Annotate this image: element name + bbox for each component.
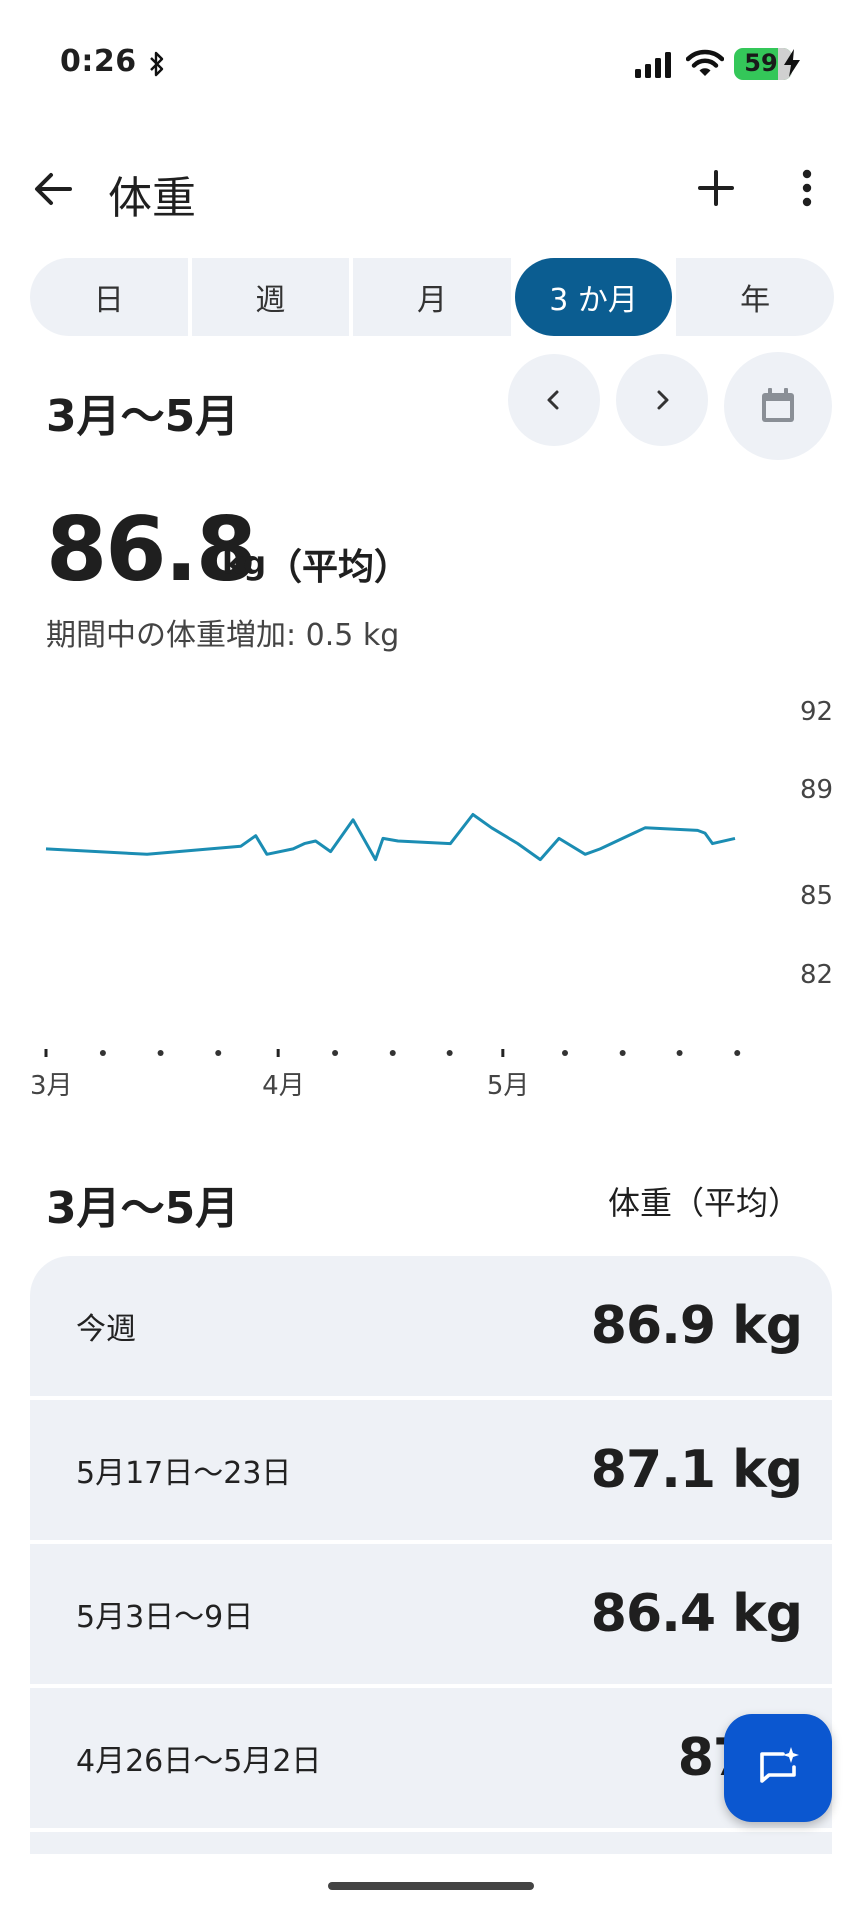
average-label: （平均） xyxy=(266,547,411,588)
x-minor-tick xyxy=(734,1050,741,1056)
x-minor-tick xyxy=(619,1050,626,1056)
x-minor-tick xyxy=(157,1050,164,1056)
wifi-icon xyxy=(686,49,724,76)
x-minor-tick xyxy=(389,1050,396,1056)
list-item-label: 5月3日〜9日 xyxy=(76,1600,254,1635)
x-minor-tick xyxy=(332,1050,339,1056)
weight-chart: 82 85 89 92 3月 4月 5月 xyxy=(30,697,833,1101)
x-tick-label: 3月 xyxy=(30,1071,73,1101)
tab-period-3[interactable]: 3 か月 xyxy=(514,258,673,336)
back-arrow-icon[interactable] xyxy=(30,166,76,212)
charging-bolt-icon xyxy=(784,49,800,77)
y-tick-label: 89 xyxy=(800,775,833,805)
list-item-label: 今週 xyxy=(76,1312,136,1347)
calendar-button[interactable] xyxy=(724,352,832,460)
y-tick-label: 92 xyxy=(800,697,833,727)
x-minor-tick xyxy=(99,1050,106,1056)
list-item-value: 87.1 kg xyxy=(590,1440,803,1500)
x-tick-label: 4月 xyxy=(262,1071,305,1101)
list-item-partial xyxy=(30,1832,832,1854)
ai-chat-button[interactable] xyxy=(724,1714,832,1822)
list-item[interactable]: 4月26日〜5月2日87.1 xyxy=(30,1688,832,1828)
y-tick-label: 82 xyxy=(800,960,833,990)
signal-icon xyxy=(635,52,671,78)
tab-period-0[interactable]: 日 xyxy=(30,258,188,336)
home-indicator xyxy=(328,1882,534,1890)
weight-series-line xyxy=(45,813,736,862)
weight-gain-text: 期間中の体重増加: 0.5 kg xyxy=(46,618,400,653)
list-item-value: 86.9 kg xyxy=(590,1296,803,1356)
more-vert-icon[interactable] xyxy=(790,166,824,210)
next-period-button[interactable] xyxy=(616,354,708,446)
list-period-label: 3月〜5月 xyxy=(46,1183,240,1234)
previous-period-button[interactable] xyxy=(508,354,600,446)
list-item[interactable]: 5月3日〜9日 86.4 kg xyxy=(30,1544,832,1684)
period-label: 3月〜5月 xyxy=(46,391,240,442)
list-item-label: 4月26日〜5月2日 xyxy=(76,1744,322,1779)
average-weight-unit: kg xyxy=(222,544,267,582)
plus-icon[interactable] xyxy=(694,166,738,210)
list-item[interactable]: 今週 86.9 kg xyxy=(30,1256,832,1396)
x-tick-label: 5月 xyxy=(487,1071,530,1101)
tab-period-2[interactable]: 月 xyxy=(353,258,511,336)
x-minor-tick xyxy=(561,1050,568,1056)
list-item-value: 86.4 kg xyxy=(590,1584,803,1644)
bluetooth-icon xyxy=(150,51,164,77)
x-minor-tick xyxy=(446,1050,453,1056)
list-column-label: 体重（平均） xyxy=(608,1184,801,1222)
battery-level: 59 xyxy=(744,49,778,77)
ai-chat-icon xyxy=(760,1747,799,1783)
status-time: 0:26 xyxy=(60,44,137,79)
list-item-label: 5月17日〜23日 xyxy=(76,1456,292,1491)
chevron-right-icon xyxy=(657,390,669,410)
calendar-icon xyxy=(762,388,794,422)
x-minor-tick xyxy=(215,1050,222,1056)
list-item[interactable]: 5月17日〜23日 87.1 kg xyxy=(30,1400,832,1540)
page-title: 体重 xyxy=(108,173,196,224)
tab-period-4[interactable]: 年 xyxy=(676,258,834,336)
y-tick-label: 85 xyxy=(800,881,833,911)
weekly-list: 今週 86.9 kg 5月17日〜23日 87.1 kg 5月3日〜9日 86.4 kg 4… xyxy=(30,1256,832,1832)
chevron-left-icon xyxy=(547,390,559,410)
tab-period-1[interactable]: 週 xyxy=(191,258,350,336)
x-minor-tick xyxy=(676,1050,683,1056)
period-selector: 日週月3 か月年 xyxy=(30,258,834,336)
